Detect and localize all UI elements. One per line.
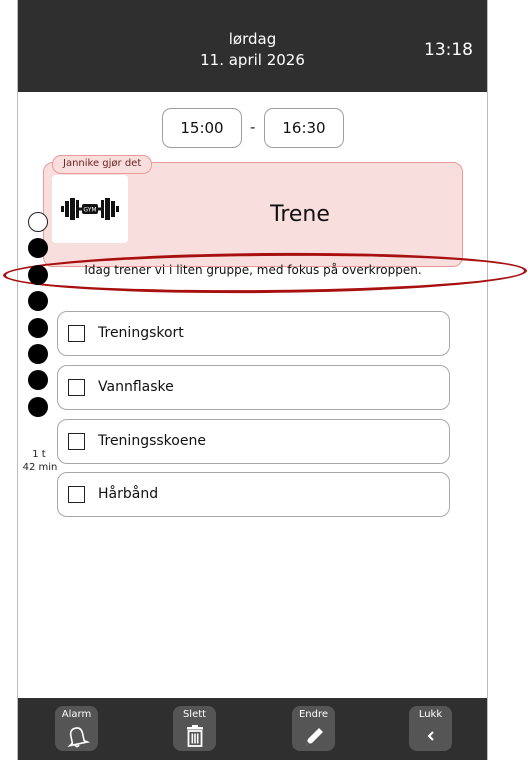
assignee-badge: Jannike gjør det (52, 155, 153, 174)
delete-button-label: Slett (182, 709, 207, 720)
header-clock: 13:18 (424, 40, 473, 60)
header-day: lørdag (228, 30, 277, 48)
edit-button-label: Endre (298, 709, 329, 720)
bell-icon (67, 727, 90, 748)
gym-dumbbell-icon: GYM (61, 198, 119, 220)
checklist-item[interactable]: Hårbånd (57, 472, 450, 517)
end-time-field[interactable]: 16:30 (264, 108, 344, 148)
checkbox[interactable] (68, 433, 85, 450)
progress-dot (28, 396, 48, 417)
alarm-button[interactable]: Alarm (55, 706, 98, 751)
gym-text: GYM (83, 207, 96, 214)
progress-dot (28, 317, 48, 338)
start-time-field[interactable]: 15:00 (162, 108, 242, 148)
delete-button[interactable]: Slett (173, 706, 216, 751)
header-bar: lørdag 11. april 2026 13:18 (18, 0, 487, 92)
checkbox[interactable] (68, 486, 85, 503)
remaining-hours: 1 t (32, 449, 46, 460)
checklist-item-label: Treningsskoene (98, 433, 206, 449)
close-button[interactable]: Lukk (409, 706, 452, 751)
checkbox[interactable] (68, 379, 85, 396)
checklist-item[interactable]: Treningsskoene (57, 419, 450, 464)
trash-icon (187, 725, 203, 747)
activity-title: Trene (270, 202, 330, 227)
progress-dot (28, 344, 48, 364)
checkbox[interactable] (68, 325, 85, 342)
checklist-item[interactable]: Treningskort (57, 311, 450, 356)
pencil-icon (306, 728, 323, 745)
progress-dot (28, 264, 48, 285)
checklist-item-label: Vannflaske (98, 379, 174, 395)
checklist-item[interactable]: Vannflaske (57, 365, 450, 410)
checklist-item-label: Hårbånd (98, 486, 159, 502)
activity-image: GYM (52, 175, 128, 243)
time-separator: - (250, 118, 256, 136)
chevron-left-icon (427, 731, 434, 741)
bottom-toolbar: Alarm Slett Endre Lukk (18, 698, 487, 760)
remaining-minutes: 42 min (22, 462, 58, 473)
alarm-button-label: Alarm (61, 709, 92, 720)
edit-button[interactable]: Endre (292, 706, 335, 751)
close-button-label: Lukk (418, 709, 443, 720)
progress-dot (28, 212, 48, 232)
header-date: 11. april 2026 (200, 51, 305, 69)
checklist-item-label: Treningskort (98, 325, 184, 341)
